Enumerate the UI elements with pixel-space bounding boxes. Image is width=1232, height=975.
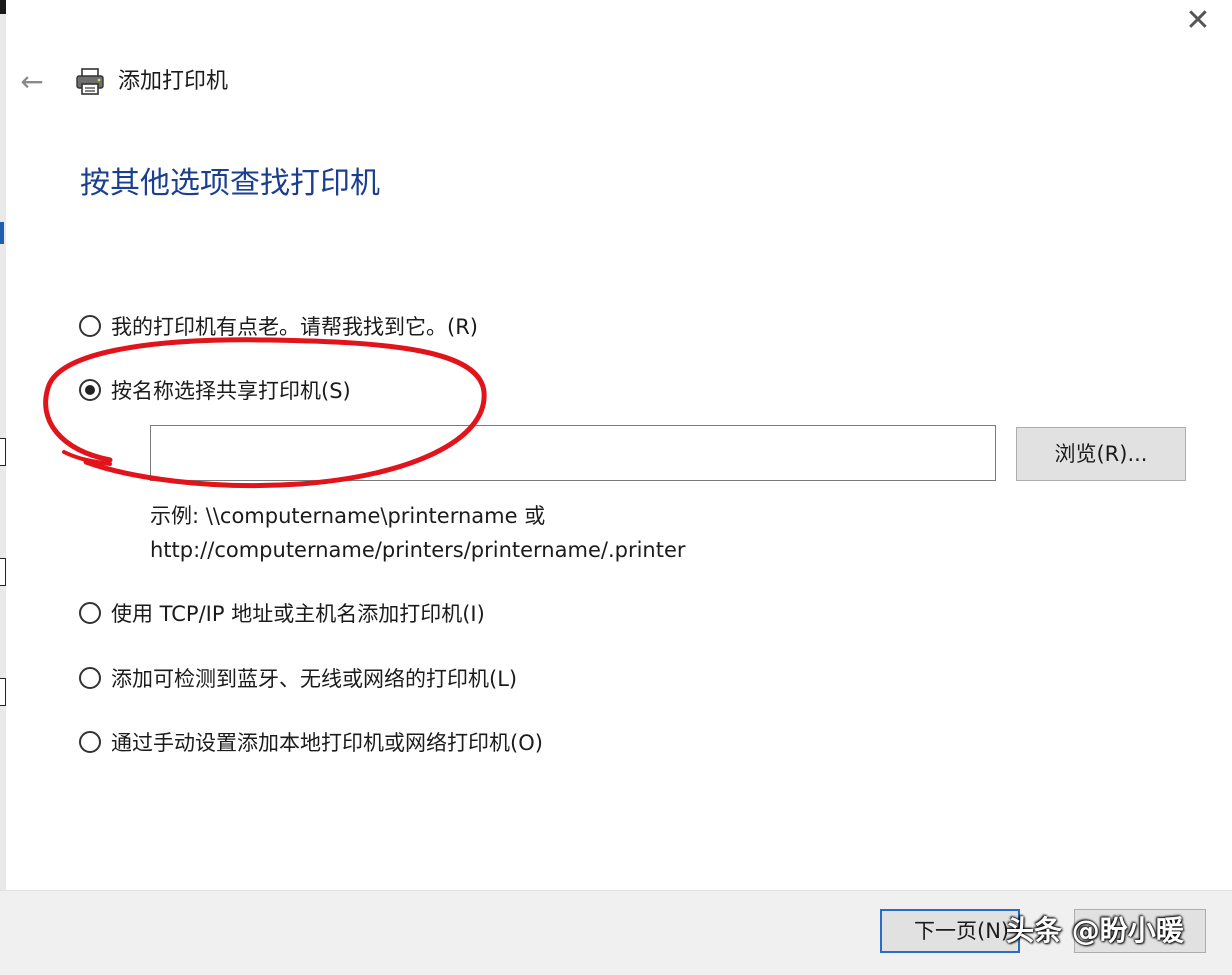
radio-button[interactable] (79, 315, 101, 337)
radio-button[interactable] (79, 731, 101, 753)
browse-button[interactable]: 浏览(R)... (1016, 427, 1186, 481)
close-icon: ✕ (1185, 3, 1211, 38)
radio-button[interactable] (79, 667, 101, 689)
example-text-line-2: http://computername/printers/printername… (150, 538, 686, 562)
background-window-fragment (0, 438, 6, 466)
back-arrow-icon: ← (20, 65, 44, 98)
window-title: 添加打印机 (118, 69, 229, 94)
option-discoverable-printer[interactable]: 添加可检测到蓝牙、无线或网络的打印机(L) (79, 661, 517, 695)
watermark-text: 头条 @盼小暖 (1006, 914, 1184, 947)
option-label: 添加可检测到蓝牙、无线或网络的打印机(L) (111, 667, 518, 691)
background-window-edge (0, 0, 6, 974)
option-label: 按名称选择共享打印机(S) (111, 379, 351, 403)
option-label: 使用 TCP/IP 地址或主机名添加打印机(I) (111, 602, 485, 626)
option-label: 通过手动设置添加本地打印机或网络打印机(O) (111, 731, 543, 755)
background-window-fragment (0, 558, 6, 586)
radio-button-selected[interactable] (79, 379, 101, 401)
back-button[interactable]: ← (14, 64, 50, 100)
page-title: 按其他选项查找打印机 (80, 166, 380, 201)
background-window-fragment (0, 0, 6, 14)
example-text-line-1: 示例: \\computername\printername 或 (150, 504, 546, 528)
next-button[interactable]: 下一页(N) (880, 909, 1020, 953)
option-old-printer[interactable]: 我的打印机有点老。请帮我找到它。(R) (79, 309, 478, 343)
close-button[interactable]: ✕ (1176, 4, 1220, 38)
background-window-fragment (0, 222, 4, 244)
background-window-fragment (0, 678, 6, 706)
printer-icon (76, 68, 104, 95)
red-annotation-circle (43, 337, 487, 489)
option-manual-setup[interactable]: 通过手动设置添加本地打印机或网络打印机(O) (79, 725, 543, 759)
option-tcpip[interactable]: 使用 TCP/IP 地址或主机名添加打印机(I) (79, 596, 485, 630)
option-label: 我的打印机有点老。请帮我找到它。(R) (111, 315, 478, 339)
option-shared-printer-by-name[interactable]: 按名称选择共享打印机(S) (79, 373, 351, 407)
shared-printer-name-input[interactable] (150, 425, 996, 481)
radio-button[interactable] (79, 602, 101, 624)
